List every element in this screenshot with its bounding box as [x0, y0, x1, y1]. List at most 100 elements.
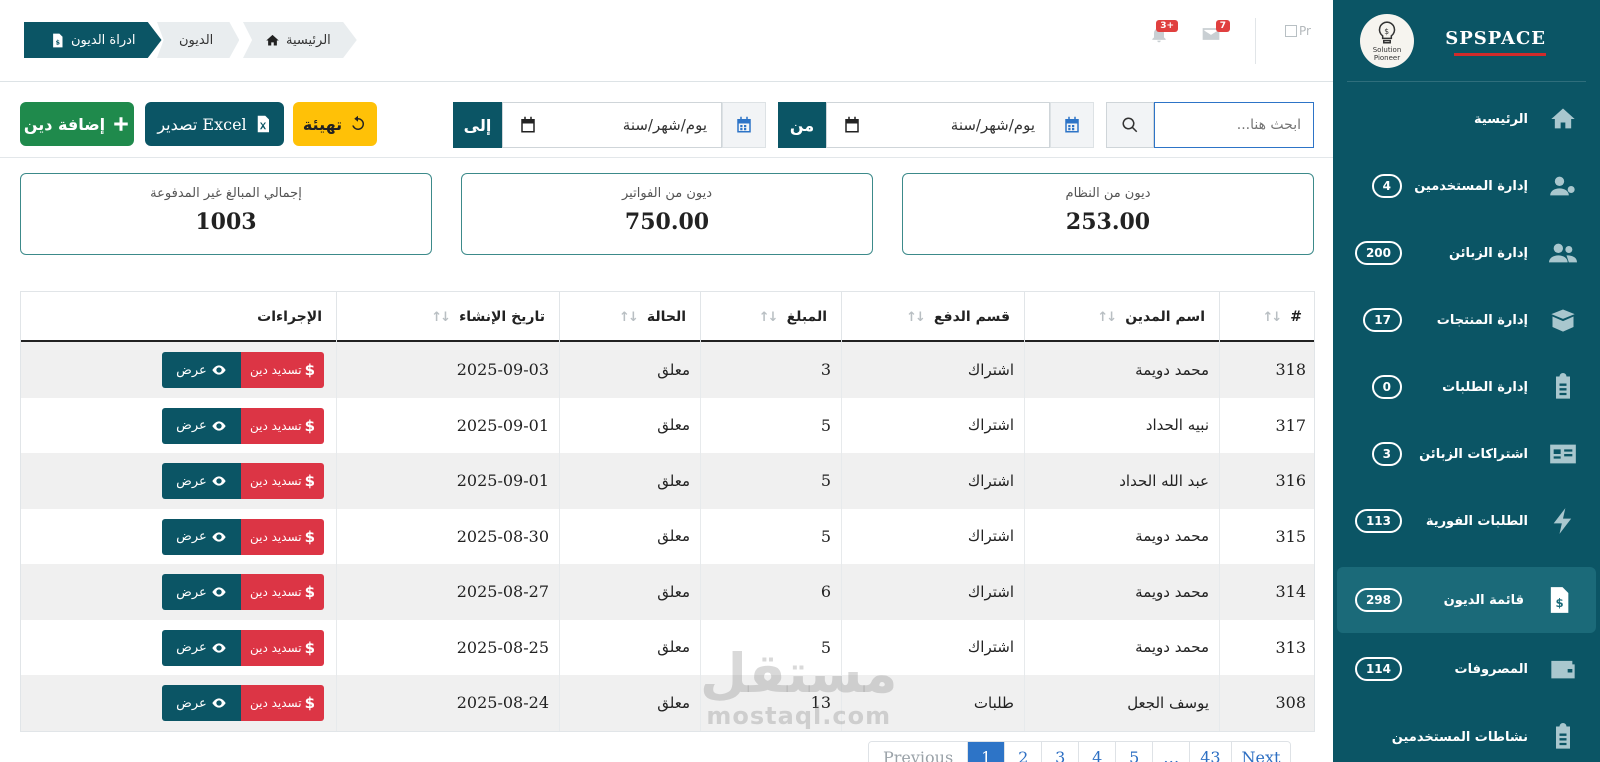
brand-logo[interactable]: $ Solution Pioneer [1360, 14, 1414, 68]
calendar-alt-icon [737, 116, 751, 133]
export-excel-button[interactable]: تصدير Excel [145, 102, 284, 146]
pagination-previous[interactable]: Previous [869, 742, 968, 762]
dollar-icon: $ [304, 472, 316, 490]
cell-debtor: محمد دويمة [1024, 564, 1219, 620]
sort-icon: ↑↓ [906, 309, 926, 325]
logo-text: Solution Pioneer [1372, 46, 1402, 62]
page-link[interactable]: 2 [1004, 742, 1042, 762]
sidebar-item-users[interactable]: إدارة المستخدمين 4 [1333, 153, 1600, 219]
cell-amount: 5 [700, 508, 841, 564]
cell-created: 2025-08-24 [336, 675, 559, 731]
view-label: عرض [176, 529, 207, 544]
sidebar-item-expenses[interactable]: المصروفات 114 [1333, 636, 1600, 702]
sidebar-item-home[interactable]: الرئيسية [1333, 86, 1600, 152]
sidebar-item-customers[interactable]: إدارة الزبائن 200 [1333, 220, 1600, 286]
pay-debt-button[interactable]: تسديد دين $ [241, 407, 324, 444]
cell-debtor: نبيه الحداد [1024, 397, 1219, 453]
view-button[interactable]: عرض [162, 407, 241, 444]
undo-icon [352, 115, 365, 130]
table-row: 313 محمد دويمة اشتراك 5 معلق 2025-08-25 عرض تسد… [21, 619, 1314, 675]
sort-icon: ↑↓ [1097, 309, 1117, 325]
page-link[interactable]: 1 [967, 742, 1005, 762]
breadcrumb-debts[interactable]: الديون [157, 22, 240, 58]
sidebar-item-products[interactable]: إدارة المنتجات 17 [1333, 287, 1600, 353]
view-button[interactable]: عرض [162, 629, 241, 666]
page-link[interactable]: 5 [1115, 742, 1153, 762]
messages-button[interactable]: 7 [1200, 20, 1230, 52]
calendar-alt-icon [1065, 116, 1079, 133]
page-link[interactable]: 3 [1041, 742, 1079, 762]
view-button[interactable]: عرض [162, 352, 241, 388]
add-debt-button[interactable]: إضافة دين [20, 102, 134, 146]
column-header-number[interactable]: ↑↓ # [1219, 292, 1316, 342]
row-actions: عرض تسديد دين $ [162, 463, 324, 499]
alerts-count-badge: 3+ [1156, 20, 1178, 32]
pagination-next[interactable]: Next [1230, 742, 1291, 762]
alerts-button[interactable]: 3+ [1148, 20, 1178, 52]
dollar-icon: $ [304, 527, 316, 546]
column-header-amount[interactable]: ↑↓ المبلغ [700, 292, 841, 342]
stat-value: 253.00 [1065, 209, 1151, 235]
view-button[interactable]: عرض [162, 685, 241, 721]
column-header-debtor[interactable]: ↑↓ اسم المدين [1024, 292, 1219, 342]
pay-debt-button[interactable]: تسديد دين $ [241, 352, 324, 388]
pay-debt-button[interactable]: تسديد دين $ [241, 685, 324, 721]
cell-number: 318 [1219, 342, 1316, 398]
sort-icon: ↑↓ [758, 309, 779, 325]
cell-created: 2025-08-25 [336, 619, 559, 675]
sidebar-item-orders[interactable]: إدارة الطلبات 0 [1333, 354, 1600, 420]
column-header-created[interactable]: ↑↓ تاريخ الإنشاء [336, 292, 559, 342]
cell-status: معلق [559, 453, 700, 509]
breadcrumb-label: الرئيسية [286, 32, 331, 48]
pay-debt-button[interactable]: تسديد دين $ [241, 518, 324, 555]
cell-status: معلق [559, 397, 700, 453]
from-calendar-button[interactable] [1050, 102, 1094, 148]
file-invoice-dollar-icon: $ [50, 33, 65, 48]
search-button[interactable] [1106, 102, 1154, 148]
breadcrumb-home[interactable]: الرئيسية [243, 22, 357, 58]
table-row: 316 عبد الله الحداد اشتراك 5 معلق 2025-09-01 ع… [21, 453, 1314, 509]
sidebar-item-instant-orders[interactable]: الطلبات الفورية 113 [1333, 488, 1600, 554]
sidebar-item-debts[interactable]: $ قائمة الديون 298 [1337, 567, 1596, 633]
page-link[interactable]: 43 [1189, 742, 1231, 762]
from-date-input[interactable]: يوم/شهر/سنة [826, 102, 1050, 148]
eye-icon [212, 531, 226, 542]
stat-value: 1003 [195, 209, 257, 235]
pay-debt-button[interactable]: تسديد دين $ [241, 463, 324, 499]
reset-button[interactable]: تهيئة [293, 102, 377, 146]
users-icon [1546, 238, 1580, 268]
sidebar-item-activity[interactable]: نشاطات المستخدمين [1333, 704, 1600, 762]
pay-debt-button[interactable]: تسديد دين $ [241, 629, 324, 666]
table-body: 318 محمد دويمة اشتراك 3 معلق 2025-09-03 عرض تسد… [21, 342, 1314, 731]
dollar-icon: $ [304, 583, 316, 601]
sidebar-item-subscriptions[interactable]: اشتراكات الزبائن 3 [1333, 421, 1600, 487]
cell-created: 2025-09-01 [336, 397, 559, 453]
row-actions: عرض تسديد دين $ [162, 518, 324, 555]
count-badge: 3 [1371, 442, 1402, 466]
column-header-status[interactable]: ↑↓ الحالة [559, 292, 700, 342]
row-actions: عرض تسديد دين $ [162, 629, 324, 666]
count-badge: 114 [1354, 657, 1402, 681]
view-button[interactable]: عرض [162, 463, 241, 499]
sidebar-item-label: قائمة الديون [1443, 592, 1524, 608]
view-button[interactable]: عرض [162, 518, 241, 555]
to-date-input[interactable]: يوم/شهر/سنة [502, 102, 722, 148]
page-link[interactable]: 4 [1078, 742, 1116, 762]
to-label: إلى [453, 102, 502, 148]
watermark-latin: mostaql.com [706, 702, 892, 730]
to-calendar-button[interactable] [722, 102, 766, 148]
sidebar-item-label: اشتراكات الزبائن [1419, 446, 1528, 462]
count-badge: 200 [1354, 241, 1402, 265]
sidebar-item-label: نشاطات المستخدمين [1391, 729, 1528, 745]
cell-debtor: محمد دويمة [1024, 619, 1219, 675]
topbar-divider [1255, 18, 1256, 64]
id-card-icon [1546, 439, 1580, 469]
count-badge: 298 [1354, 588, 1402, 612]
eye-icon [212, 642, 226, 653]
dollar-icon: $ [304, 638, 316, 657]
profile-image[interactable]: Pr [1285, 24, 1311, 38]
column-header-payment-section[interactable]: ↑↓ قسم الدفع [841, 292, 1024, 342]
pay-debt-button[interactable]: تسديد دين $ [241, 574, 324, 610]
search-input[interactable] [1154, 102, 1314, 148]
view-button[interactable]: عرض [162, 574, 241, 610]
